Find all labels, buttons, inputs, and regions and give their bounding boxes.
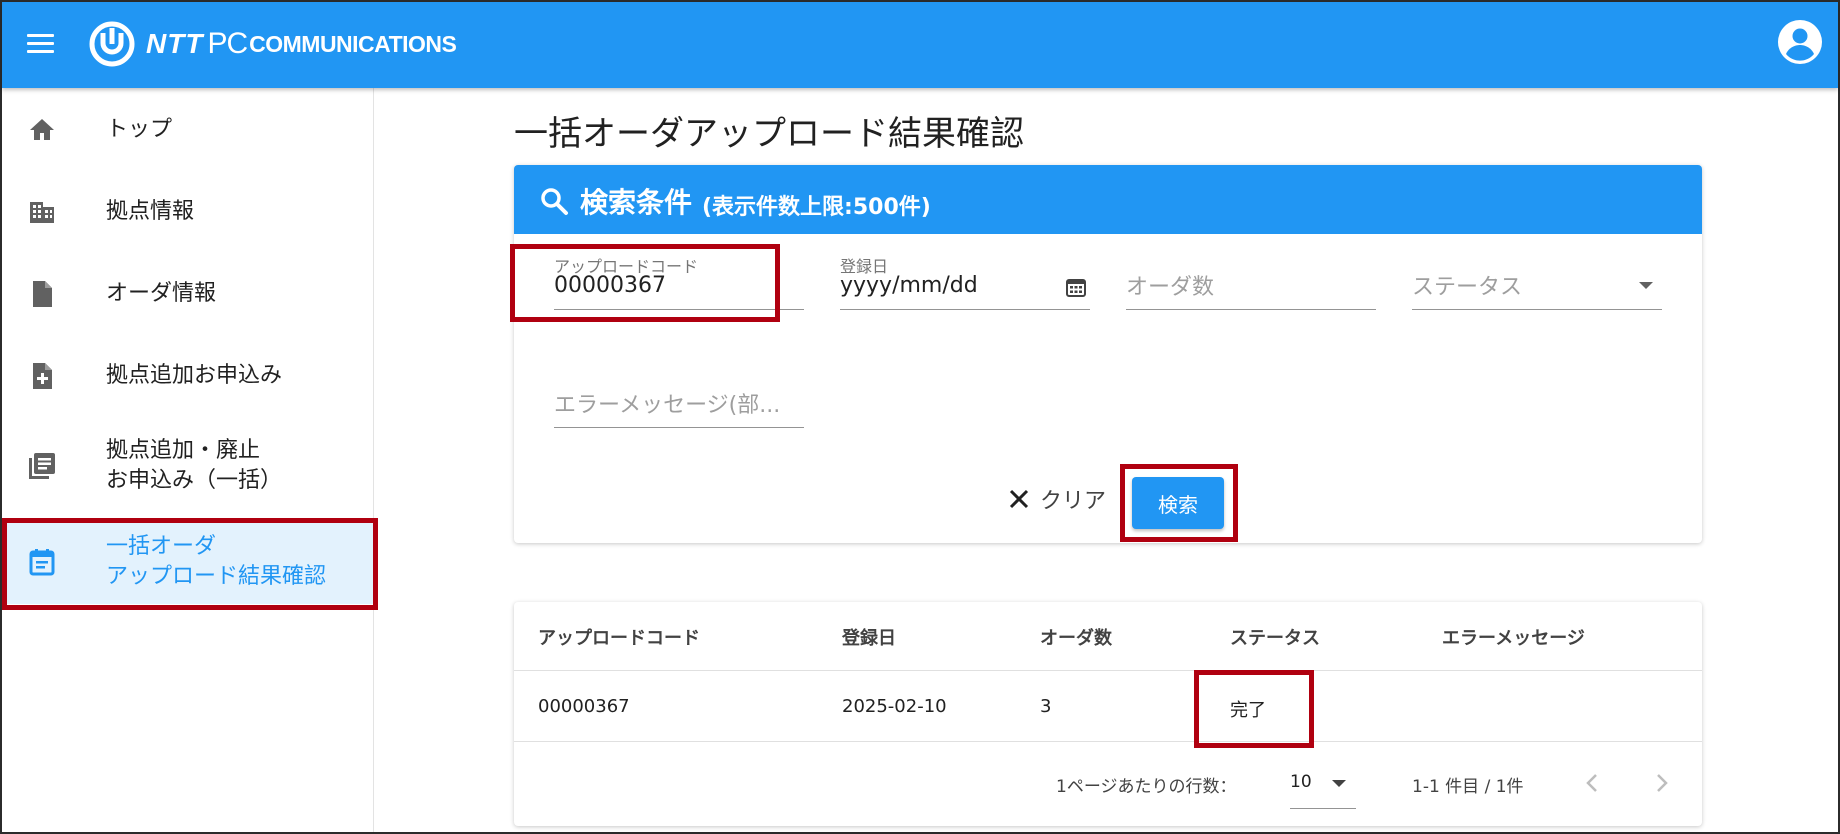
registered-date-value: yyyy/mm/dd xyxy=(840,273,978,298)
order-count-field[interactable]: オーダ数 xyxy=(1126,253,1376,313)
chevron-left-icon[interactable] xyxy=(1580,770,1606,796)
sidebar-item-label: トップ xyxy=(106,117,173,142)
order-count-placeholder: オーダ数 xyxy=(1126,275,1215,300)
cell-status: 完了 xyxy=(1230,700,1266,721)
sidebar-item-label: 拠点情報 xyxy=(106,199,195,224)
calendar-note-icon xyxy=(29,549,55,576)
sidebar-item-label: オーダ情報 xyxy=(106,281,217,306)
close-icon xyxy=(1009,489,1029,509)
menu-icon[interactable] xyxy=(26,32,56,56)
account-circle-icon[interactable] xyxy=(1776,18,1824,66)
column-header[interactable]: アップロードコード xyxy=(538,624,700,650)
sidebar-item-label: 一括オーダ アップロード結果確認 xyxy=(106,534,327,589)
building-icon xyxy=(30,202,54,223)
upload-code-field[interactable]: アップロードコード 00000367 xyxy=(554,253,804,313)
search-panel-title: 検索条件 xyxy=(580,186,693,219)
sidebar-item-bulk-application[interactable]: 拠点追加・廃止 お申込み（一括） xyxy=(2,424,374,508)
search-panel-subtitle: (表示件数上限:500件) xyxy=(702,195,931,220)
clear-button-label: クリア xyxy=(1040,489,1107,514)
search-icon xyxy=(541,188,568,215)
sidebar-item-sites[interactable]: 拠点情報 xyxy=(2,178,374,246)
error-message-placeholder: エラーメッセージ(部... xyxy=(554,393,781,418)
search-button[interactable]: 検索 xyxy=(1132,477,1224,529)
company-logo[interactable]: NTT PC COMMUNICATIONS xyxy=(88,19,457,69)
chevron-down-icon xyxy=(1332,780,1346,787)
app-header: NTT PC COMMUNICATIONS xyxy=(2,2,1838,88)
home-icon xyxy=(30,119,54,140)
sidebar: トップ 拠点情報 オーダ情報 拠点追加お申込み 拠点追加・廃止 お申込み（一括）… xyxy=(2,88,374,832)
search-panel-header: 検索条件 (表示件数上限:500件) xyxy=(514,165,1702,234)
logo-ntt-text: NTT xyxy=(146,28,204,59)
search-panel: 検索条件 (表示件数上限:500件) アップロードコード 00000367 登録… xyxy=(514,165,1702,543)
sidebar-item-bulk-upload-results[interactable]: 一括オーダ アップロード結果確認 xyxy=(2,520,374,604)
rows-per-page-label: 1ページあたりの行数： xyxy=(1056,777,1237,797)
cell-order-count: 3 xyxy=(1040,696,1052,717)
logo-pc-text: PC xyxy=(207,27,248,60)
results-table: アップロードコード 登録日 オーダ数 ステータス エラーメッセージ 000003… xyxy=(514,602,1702,826)
sidebar-item-orders[interactable]: オーダ情報 xyxy=(2,260,374,328)
column-header[interactable]: 登録日 xyxy=(842,624,896,650)
error-message-field[interactable]: エラーメッセージ(部... xyxy=(554,371,804,431)
rows-per-page-select[interactable]: 10 xyxy=(1290,770,1356,810)
column-header[interactable]: オーダ数 xyxy=(1040,624,1112,650)
column-header[interactable]: エラーメッセージ xyxy=(1442,624,1585,650)
sidebar-item-label: 拠点追加お申込み xyxy=(106,363,283,388)
sidebar-item-label: 拠点追加・廃止 お申込み（一括） xyxy=(106,438,283,493)
rows-per-page-value: 10 xyxy=(1290,772,1312,792)
list-document-icon xyxy=(29,453,55,479)
document-icon xyxy=(33,281,52,307)
upload-code-value: 00000367 xyxy=(554,273,666,298)
cell-registered-date: 2025-02-10 xyxy=(842,696,947,717)
page-title: 一括オーダアップロード結果確認 xyxy=(514,114,1024,154)
pagination-range: 1-1 件目 / 1件 xyxy=(1412,777,1524,797)
document-add-icon xyxy=(33,363,52,389)
column-header[interactable]: ステータス xyxy=(1230,624,1320,650)
logo-communications-text: COMMUNICATIONS xyxy=(249,30,457,57)
chevron-right-icon[interactable] xyxy=(1648,770,1674,796)
calendar-icon[interactable] xyxy=(1064,275,1088,299)
registered-date-field[interactable]: 登録日 yyyy/mm/dd xyxy=(840,253,1090,313)
cell-upload-code: 00000367 xyxy=(538,696,630,717)
ntt-logo-icon xyxy=(89,21,135,67)
status-placeholder: ステータス xyxy=(1412,275,1523,300)
sidebar-item-site-add-application[interactable]: 拠点追加お申込み xyxy=(2,342,374,410)
chevron-down-icon xyxy=(1639,282,1653,289)
status-select[interactable]: ステータス xyxy=(1412,253,1662,313)
clear-button[interactable]: クリア xyxy=(1006,483,1106,515)
sidebar-item-top[interactable]: トップ xyxy=(2,96,374,164)
